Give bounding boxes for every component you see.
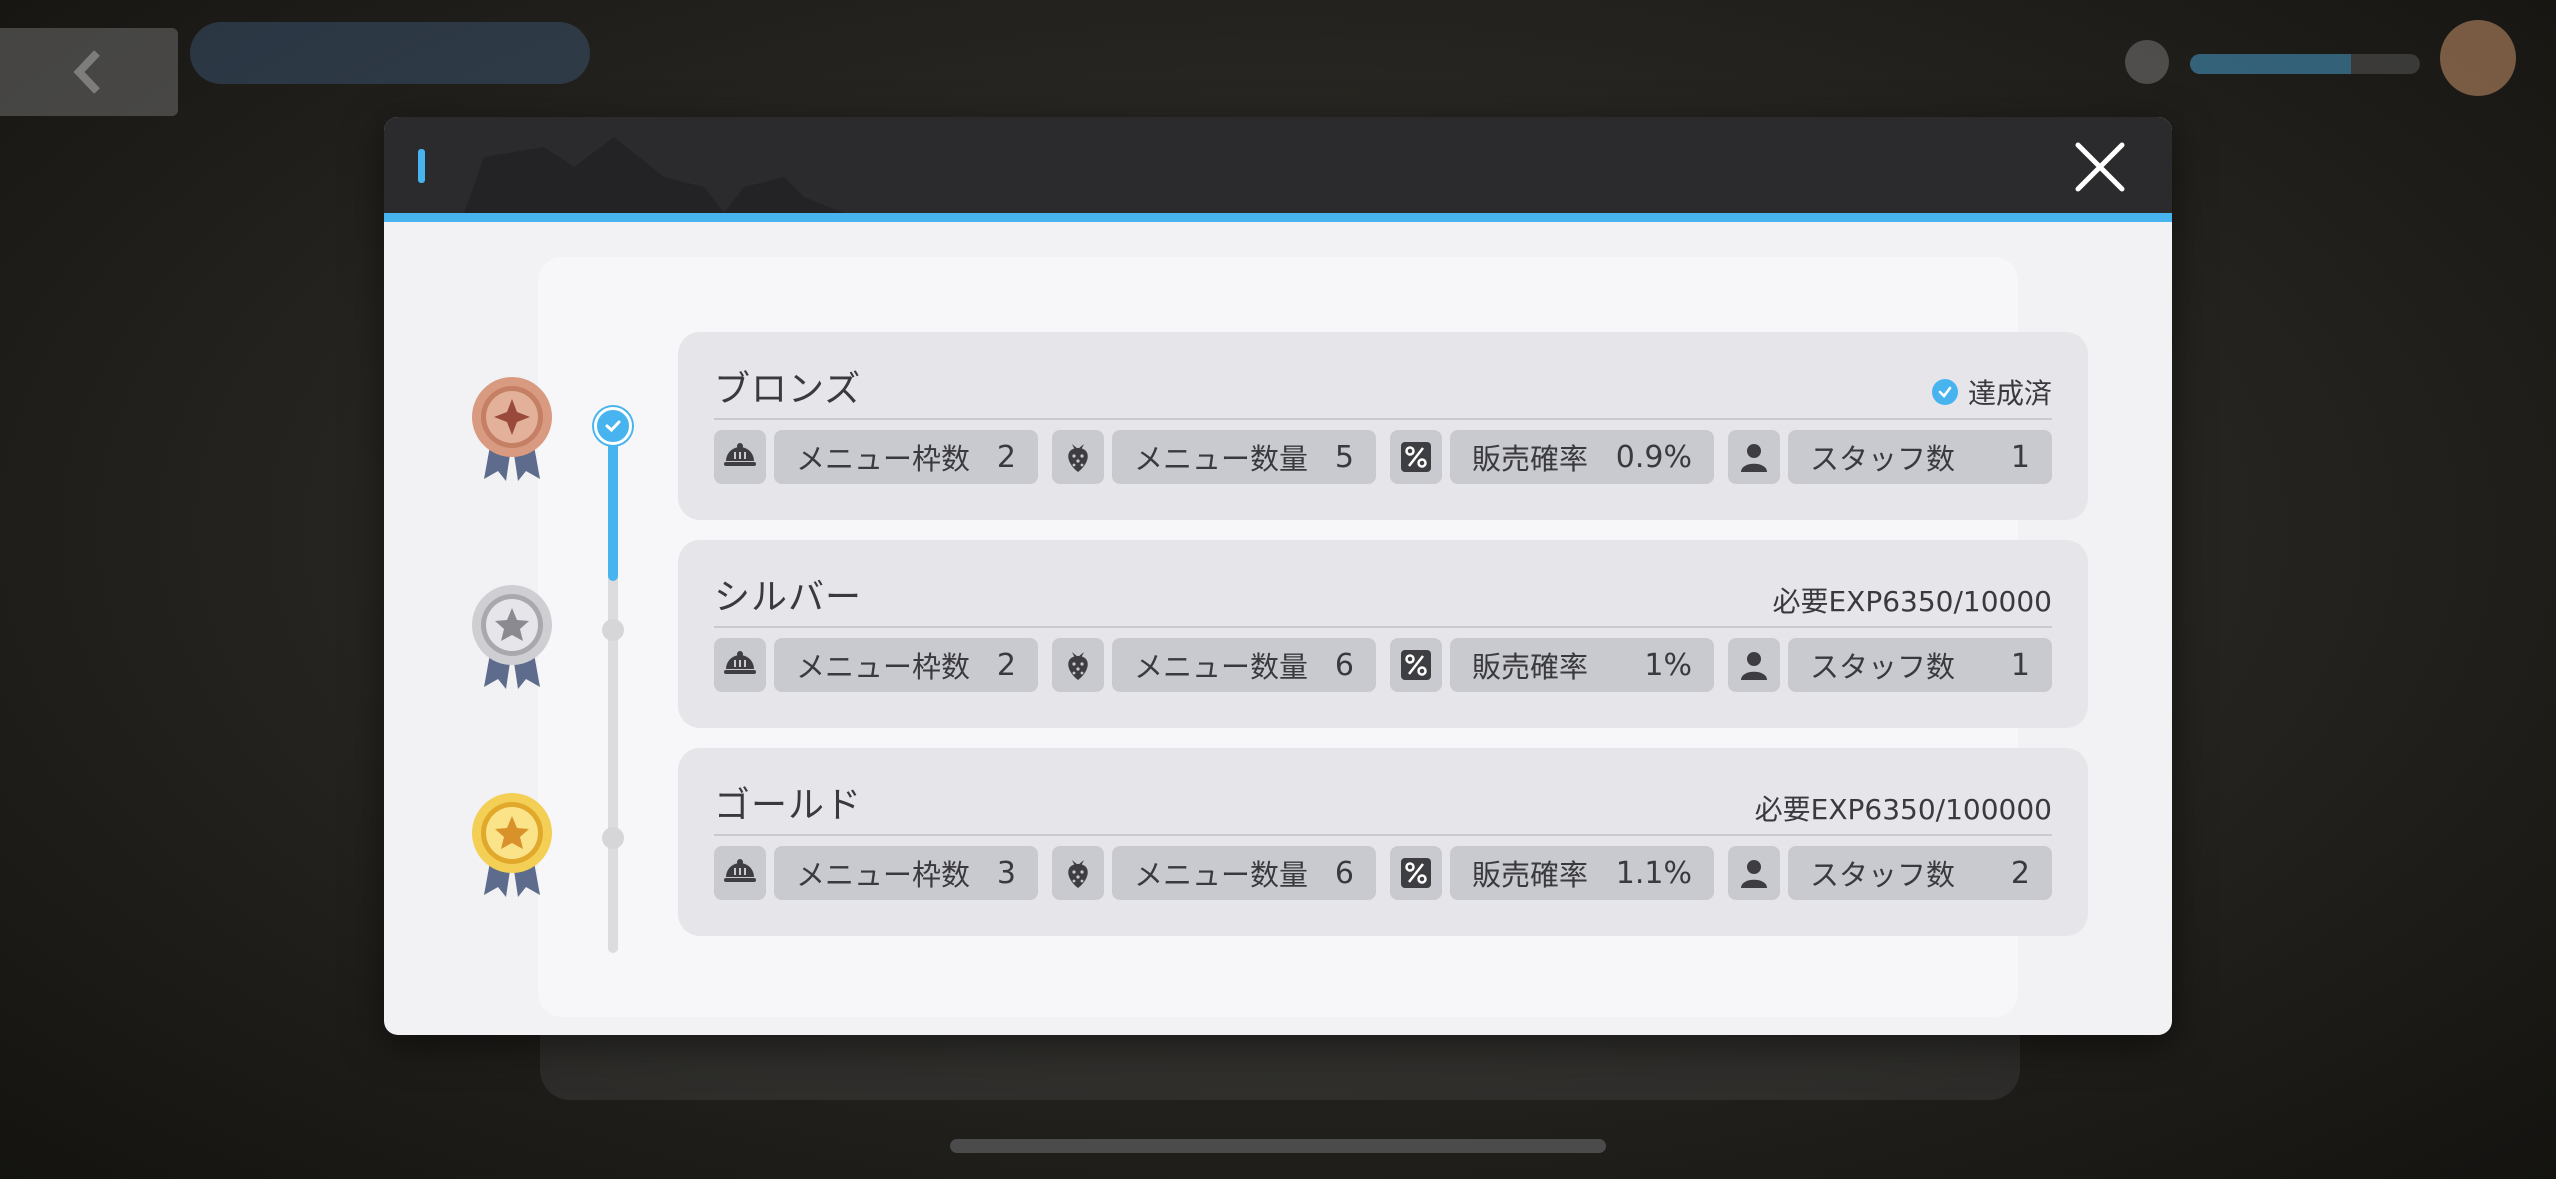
stat-value: 3	[996, 855, 1016, 891]
timeline-progress	[608, 425, 618, 581]
status-text: 達成済	[1967, 377, 2052, 410]
person-icon	[1728, 846, 1780, 900]
currency-icon	[2125, 40, 2169, 84]
divider	[714, 418, 2052, 420]
strawberry-icon	[1052, 638, 1104, 692]
stat-value: 6	[1334, 855, 1354, 891]
rank-card-silver: シルバー 必要EXP6350/10000 メニュー枠数 2 メニュー数量 6 販…	[678, 540, 2088, 728]
exp-requirement: 必要EXP6350/100000	[1755, 788, 2052, 828]
timeline-node-gold	[602, 827, 624, 849]
close-icon[interactable]	[2072, 139, 2128, 195]
dialog-header	[384, 117, 2172, 213]
rank-name: シルバー	[714, 577, 863, 618]
stat-menu-slots: メニュー枠数 3	[774, 846, 1038, 900]
stat-label: スタッフ数	[1810, 858, 1956, 892]
stat-label: メニュー数量	[1134, 650, 1309, 684]
stat-value: 6	[1334, 647, 1354, 683]
stat-sales-rate: 販売確率 1%	[1450, 638, 1714, 692]
stats-row: メニュー枠数 3 メニュー数量 6 販売確率 1.1% スタッフ数 2	[714, 846, 2052, 900]
rank-name: ゴールド	[714, 785, 863, 826]
stat-label: メニュー枠数	[796, 442, 971, 476]
header-marker	[418, 149, 425, 183]
cloche-icon	[714, 430, 766, 484]
cloche-icon	[714, 846, 766, 900]
percent-icon	[1390, 846, 1442, 900]
stat-label: メニュー数量	[1134, 858, 1309, 892]
stat-value: 0.9%	[1615, 439, 1692, 475]
stats-row: メニュー枠数 2 メニュー数量 5 販売確率 0.9% スタッフ数 1	[714, 430, 2052, 484]
stat-label: 販売確率	[1472, 442, 1589, 476]
back-button[interactable]	[0, 28, 178, 116]
bronze-medal-icon	[472, 377, 552, 481]
stat-sales-rate: 販売確率 0.9%	[1450, 430, 1714, 484]
map-decoration-icon	[464, 137, 844, 213]
stat-value: 1.1%	[1615, 855, 1692, 891]
stat-label: メニュー枠数	[796, 858, 971, 892]
status-text: 必要EXP6350/100000	[1754, 793, 2052, 826]
stat-value: 2	[996, 439, 1016, 475]
stats-row: メニュー枠数 2 メニュー数量 6 販売確率 1% スタッフ数 1	[714, 638, 2052, 692]
percent-icon	[1390, 430, 1442, 484]
stat-value: 5	[1334, 439, 1354, 475]
strawberry-icon	[1052, 846, 1104, 900]
check-icon	[605, 420, 621, 433]
stat-staff: スタッフ数 1	[1788, 638, 2052, 692]
stat-sales-rate: 販売確率 1.1%	[1450, 846, 1714, 900]
stat-value: 1%	[1644, 647, 1692, 683]
stat-menu-count: メニュー数量 6	[1112, 638, 1376, 692]
cloche-icon	[714, 638, 766, 692]
rank-card-gold: ゴールド 必要EXP6350/100000 メニュー枠数 3 メニュー数量 6 …	[678, 748, 2088, 936]
stat-menu-slots: メニュー枠数 2	[774, 638, 1038, 692]
screen-title-pill	[190, 22, 590, 84]
stat-label: スタッフ数	[1810, 650, 1956, 684]
silver-medal-icon	[472, 585, 552, 689]
stat-value: 2	[2010, 855, 2030, 891]
percent-icon	[1390, 638, 1442, 692]
stat-label: メニュー数量	[1134, 442, 1309, 476]
rank-card-bronze: ブロンズ 達成済 メニュー枠数 2 メニュー数量 5 販売確率 0.9% スタッ…	[678, 332, 2088, 520]
header-accent-line	[384, 213, 2172, 222]
stat-label: メニュー枠数	[796, 650, 971, 684]
exp-requirement: 必要EXP6350/10000	[1772, 580, 2052, 620]
stat-value: 1	[2010, 439, 2030, 475]
rank-name: ブロンズ	[714, 369, 862, 410]
check-circle-icon	[1931, 379, 1958, 405]
gold-medal-icon	[472, 793, 552, 897]
person-icon	[1728, 430, 1780, 484]
status-text: 必要EXP6350/10000	[1772, 585, 2052, 618]
stat-value: 2	[996, 647, 1016, 683]
timeline-node-achieved	[594, 407, 632, 445]
chevron-left-icon	[73, 50, 100, 94]
stat-label: 販売確率	[1472, 650, 1589, 684]
divider	[714, 834, 2052, 836]
stat-label: スタッフ数	[1810, 442, 1956, 476]
stat-menu-slots: メニュー枠数 2	[774, 430, 1038, 484]
home-indicator[interactable]	[950, 1139, 1606, 1153]
stat-label: 販売確率	[1472, 858, 1589, 892]
stat-menu-count: メニュー数量 5	[1112, 430, 1376, 484]
stat-staff: スタッフ数 2	[1788, 846, 2052, 900]
achieved-status: 達成済	[1931, 372, 2052, 412]
strawberry-icon	[1052, 430, 1104, 484]
divider	[714, 626, 2052, 628]
person-icon	[1728, 638, 1780, 692]
avatar[interactable]	[2440, 20, 2516, 96]
stat-menu-count: メニュー数量 6	[1112, 846, 1376, 900]
rank-dialog: ブロンズ 達成済 メニュー枠数 2 メニュー数量 5 販売確率 0.9% スタッ…	[384, 117, 2172, 1035]
exp-gauge	[2190, 54, 2420, 74]
stat-staff: スタッフ数 1	[1788, 430, 2052, 484]
timeline-node-silver	[602, 619, 624, 641]
stat-value: 1	[2010, 647, 2030, 683]
